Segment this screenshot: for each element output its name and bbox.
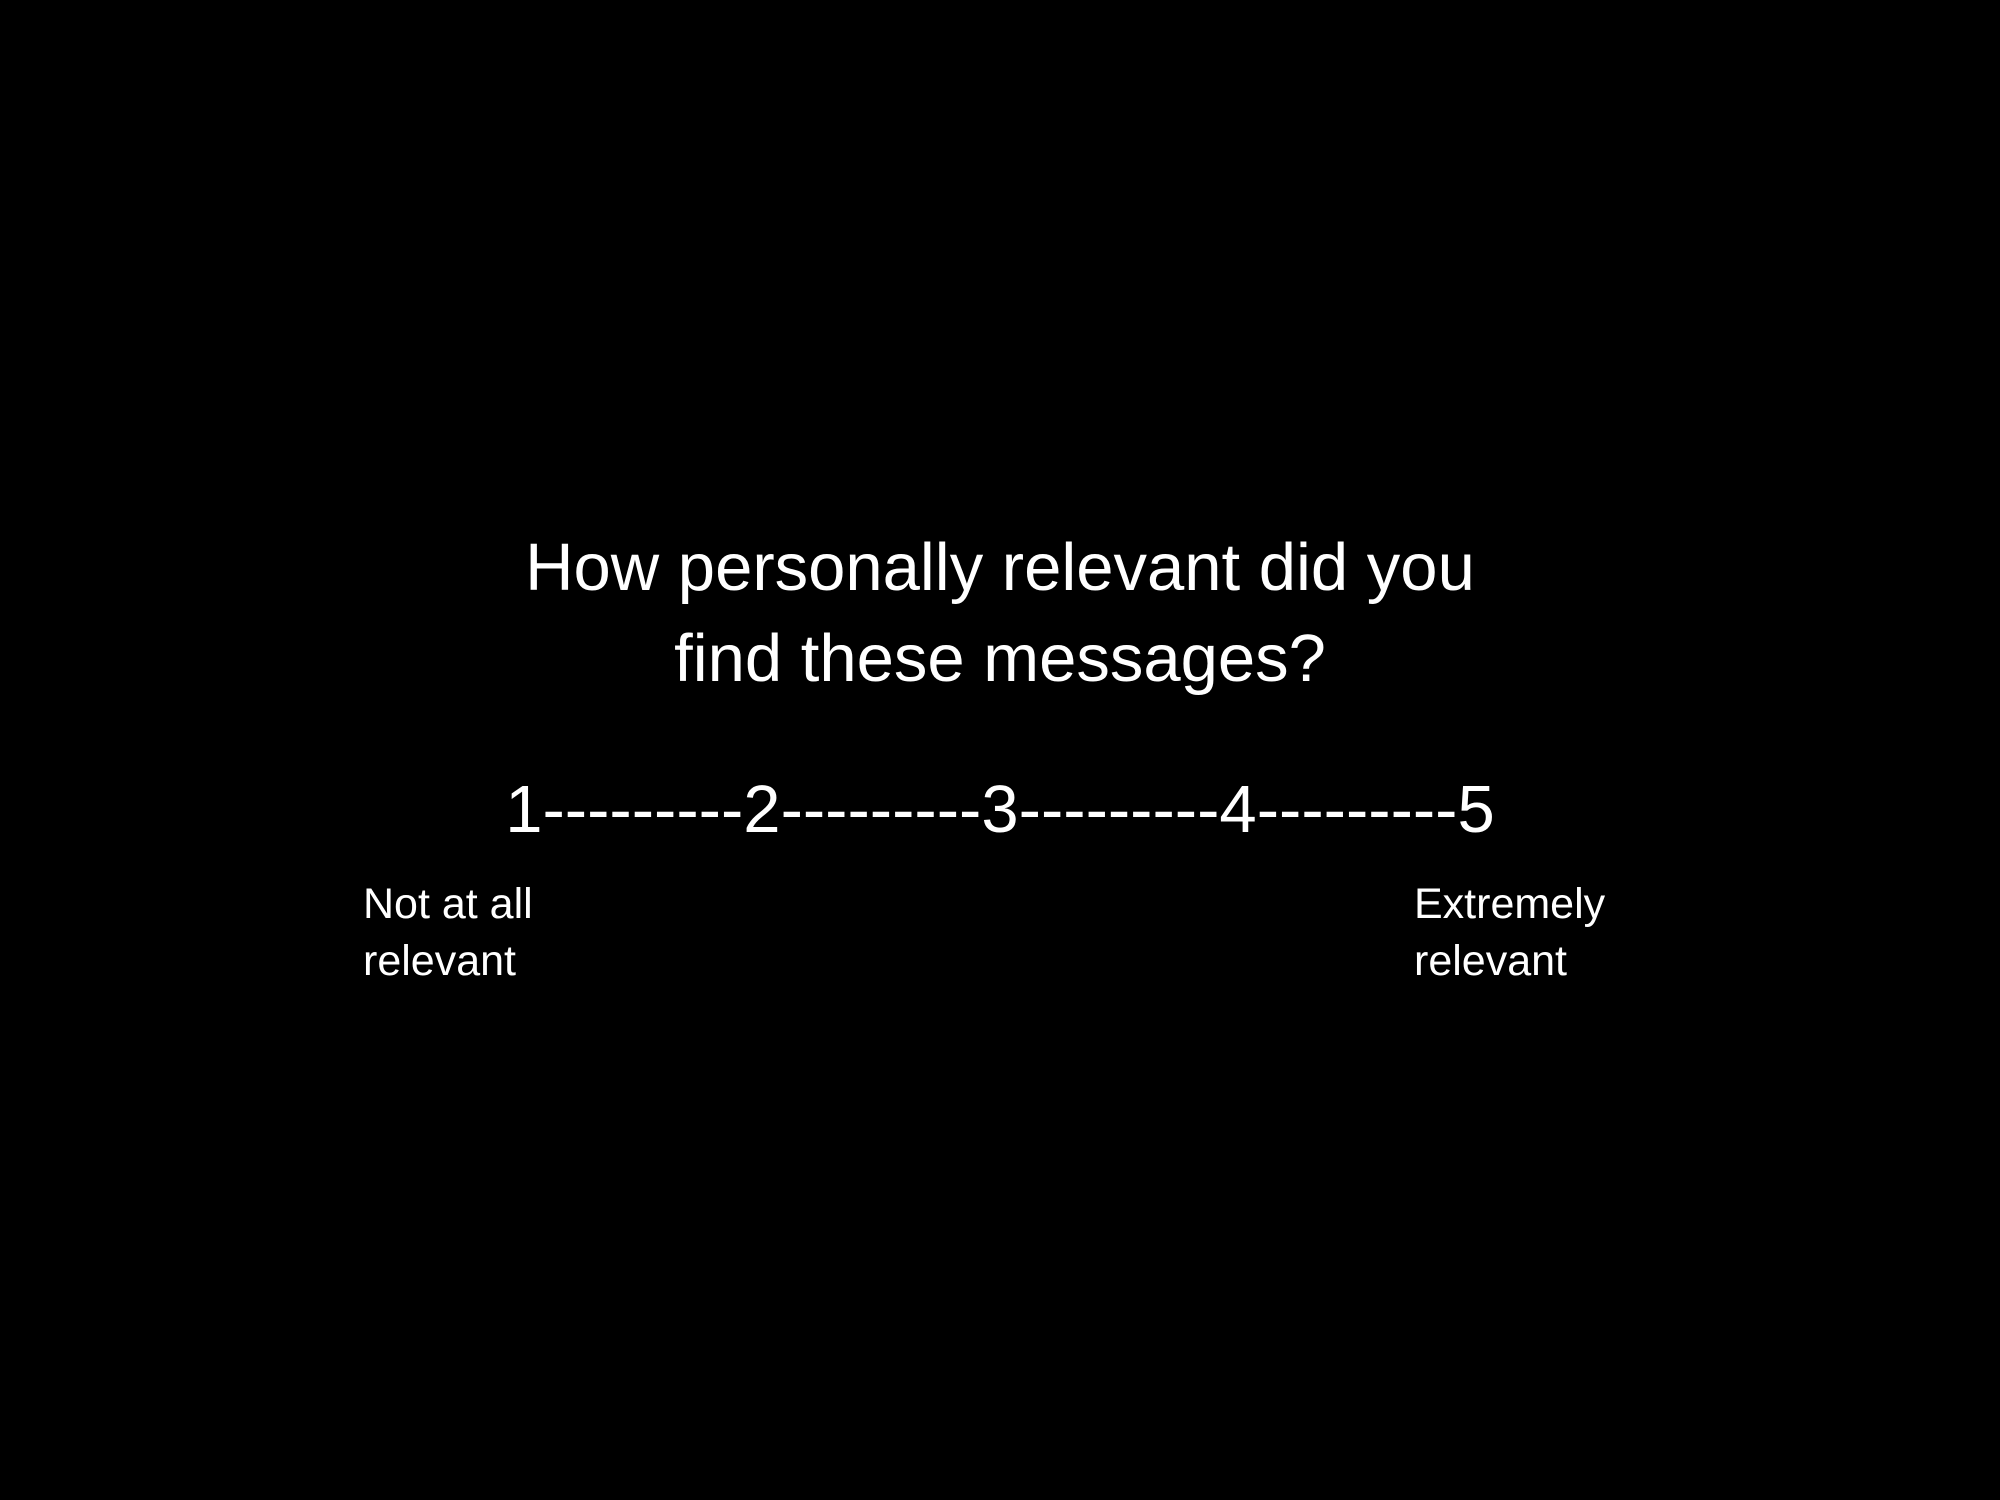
rating-scale: 1---------2---------3---------4---------… [505,772,1495,847]
scale-anchor-low: Not at all relevant [363,876,533,990]
scale-anchor-high-line-2: relevant [1414,937,1567,985]
scale-anchor-low-line-1: Not at all [363,880,533,928]
scale-anchor-low-line-2: relevant [363,937,516,985]
question-text: How personally relevant did you find the… [0,522,2000,704]
question-line-2: find these messages? [674,621,1326,696]
scale-anchor-high-line-1: Extremely [1414,880,1606,928]
question-line-1: How personally relevant did you [525,530,1475,605]
scale-anchor-high: Extremely relevant [1414,876,1605,990]
